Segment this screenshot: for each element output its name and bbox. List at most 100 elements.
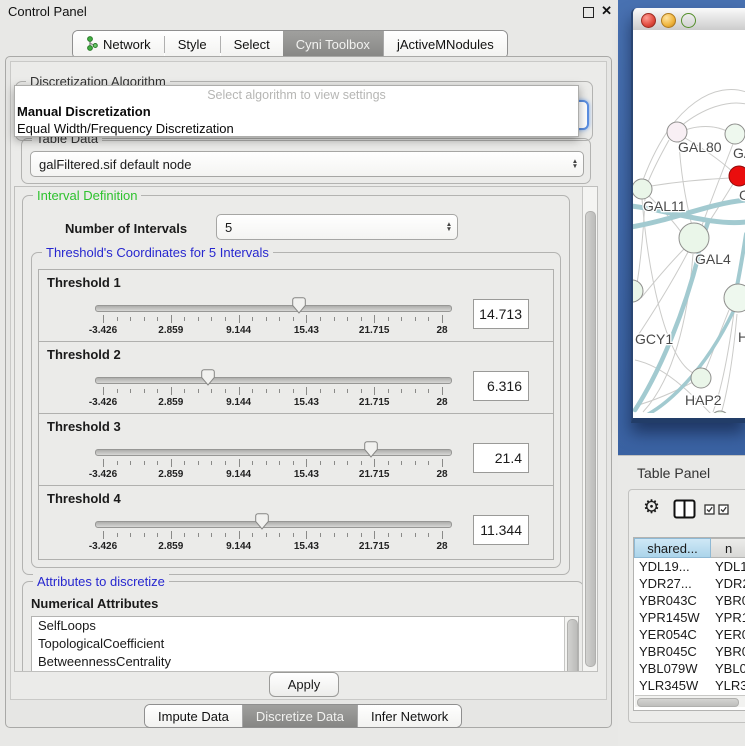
checkbox-icon[interactable] xyxy=(718,504,729,515)
table-row[interactable]: YBR043CYBR0 xyxy=(634,592,745,609)
tick-mark xyxy=(306,531,307,539)
zoom-traffic-light-icon[interactable] xyxy=(681,13,696,28)
tick-mark xyxy=(388,317,389,321)
tick-mark xyxy=(266,533,267,537)
column-header-name[interactable]: n xyxy=(711,538,745,558)
node-gal11[interactable] xyxy=(633,179,652,199)
tick-mark xyxy=(117,533,118,537)
table-panel-body: ⚙ shared... n YDL19...YDL1YDR27...YDR2YB… xyxy=(628,489,745,723)
close-traffic-light-icon[interactable] xyxy=(641,13,656,28)
dropdown-item-equal-width[interactable]: Equal Width/Frequency Discretization xyxy=(15,120,578,137)
tick-mark xyxy=(252,389,253,393)
scrollbar-thumb[interactable] xyxy=(567,619,578,672)
threshold-value-field[interactable]: 6.316 xyxy=(473,371,529,401)
tab-jactivemnodules[interactable]: jActiveMNodules xyxy=(383,31,507,58)
tick-mark xyxy=(334,533,335,537)
table-horizontal-scrollbar[interactable] xyxy=(635,695,745,707)
column-header-shared-name[interactable]: shared... xyxy=(634,538,711,558)
tab-impute-data[interactable]: Impute Data xyxy=(145,705,242,727)
tick-mark xyxy=(442,315,443,323)
minimize-traffic-light-icon[interactable] xyxy=(661,13,676,28)
tab-style[interactable]: Style xyxy=(165,31,220,58)
table-row[interactable]: YBL079WYBL0 xyxy=(634,660,745,677)
threshold-slider[interactable] xyxy=(95,305,452,312)
tick-mark xyxy=(374,315,375,323)
node-label-gal11: GAL11 xyxy=(643,198,686,214)
tick-mark xyxy=(320,533,321,537)
table-data-value: galFiltered.sif default node xyxy=(31,157,567,172)
table-row[interactable]: YLR345WYLR3 xyxy=(634,677,745,694)
network-graph: GAL80GACGAL11GAL4GCY1HHAP2 xyxy=(633,30,745,413)
table-data-combobox[interactable]: galFiltered.sif default node ▲▼ xyxy=(30,151,584,177)
tick-mark xyxy=(388,461,389,465)
table-row[interactable]: YBR045CYBR0 xyxy=(634,643,745,660)
tick-mark xyxy=(130,317,131,321)
threshold-value-field[interactable]: 11.344 xyxy=(473,515,529,545)
table-row[interactable]: YDL19...YDL1 xyxy=(634,558,745,575)
list-item[interactable]: BetweennessCentrality xyxy=(32,653,578,671)
checkbox-icon[interactable] xyxy=(704,504,715,515)
tick-mark xyxy=(211,389,212,393)
threshold-value-field[interactable]: 21.4 xyxy=(473,443,529,473)
apply-button[interactable]: Apply xyxy=(269,672,339,697)
list-scrollbar[interactable] xyxy=(564,617,578,672)
number-of-intervals-combobox[interactable]: 5 ▲▼ xyxy=(216,214,458,240)
float-window-icon[interactable] xyxy=(583,7,594,18)
tab-select[interactable]: Select xyxy=(221,31,283,58)
tick-mark xyxy=(144,389,145,393)
threshold-slider[interactable] xyxy=(95,377,452,384)
algorithm-dropdown-popup: Select algorithm to view settings Manual… xyxy=(14,85,579,137)
tick-mark xyxy=(306,315,307,323)
tab-network[interactable]: Network xyxy=(73,31,164,58)
slider-thumb[interactable] xyxy=(292,297,306,314)
table-row[interactable]: YPR145WYPR1 xyxy=(634,609,745,626)
tick-mark xyxy=(320,389,321,393)
tick-mark xyxy=(279,533,280,537)
tick-mark xyxy=(388,389,389,393)
threshold-slider[interactable] xyxy=(95,449,452,456)
tick-mark xyxy=(401,317,402,321)
slider-tick-labels: -3.4262.8599.14415.4321.71528 xyxy=(95,541,450,553)
column-layout-icon[interactable] xyxy=(673,499,696,519)
network-canvas[interactable]: GAL80GACGAL11GAL4GCY1HHAP2 xyxy=(633,30,745,413)
slider-thumb[interactable] xyxy=(255,513,269,530)
table-header: shared... n xyxy=(634,538,745,558)
scrollbar-thumb[interactable] xyxy=(637,698,739,707)
group-title: Attributes to discretize xyxy=(33,574,169,589)
cell-shared-name: YER054C xyxy=(634,627,711,642)
tab-discretize-data[interactable]: Discretize Data xyxy=(242,705,357,727)
table-panel-window: Table Panel ⚙ shared... n YDL19...YDL1YD… xyxy=(618,455,745,746)
table-row[interactable]: YER054CYER0 xyxy=(634,626,745,643)
node-hap-node[interactable] xyxy=(724,284,745,312)
list-item[interactable]: SelfLoops xyxy=(32,617,578,635)
slider-thumb[interactable] xyxy=(364,441,378,458)
node-gal-top[interactable] xyxy=(725,124,745,144)
threshold-slider[interactable] xyxy=(95,521,452,528)
tick-mark xyxy=(117,461,118,465)
slider-thumb[interactable] xyxy=(201,369,215,386)
tab-cyni-toolbox[interactable]: Cyni Toolbox xyxy=(283,31,383,58)
scrollbar-thumb[interactable] xyxy=(585,211,596,667)
attributes-list[interactable]: SelfLoopsTopologicalCoefficientBetweenne… xyxy=(31,616,579,672)
settings-scrollbar[interactable] xyxy=(582,187,597,671)
threshold-2-card: Threshold 2 -3.4262.8599.14415.4321.7152… xyxy=(38,341,554,416)
node-red-node[interactable] xyxy=(729,166,745,186)
panel-title: Control Panel xyxy=(8,4,87,19)
tab-label: Network xyxy=(103,37,151,52)
settings-scrollpane: Interval Definition Number of Intervals … xyxy=(14,186,598,672)
cell-shared-name: YDL19... xyxy=(634,559,711,574)
tab-infer-network[interactable]: Infer Network xyxy=(357,705,461,727)
network-window-titlebar[interactable] xyxy=(633,8,745,31)
gear-icon[interactable]: ⚙ xyxy=(643,498,660,517)
node-hap2[interactable] xyxy=(691,368,711,388)
dropdown-item-manual[interactable]: Manual Discretization xyxy=(15,103,578,120)
tick-label: 21.715 xyxy=(359,325,390,336)
list-item[interactable]: TopologicalCoefficient xyxy=(32,635,578,653)
table-row[interactable]: YDR27...YDR2 xyxy=(634,575,745,592)
node-gcy1[interactable] xyxy=(633,280,643,302)
tick-mark xyxy=(103,387,104,395)
cell-shared-name: YDR27... xyxy=(634,576,711,591)
close-icon[interactable]: ✕ xyxy=(601,3,612,19)
node-gal4[interactable] xyxy=(679,223,709,253)
threshold-value-field[interactable]: 14.713 xyxy=(473,299,529,329)
